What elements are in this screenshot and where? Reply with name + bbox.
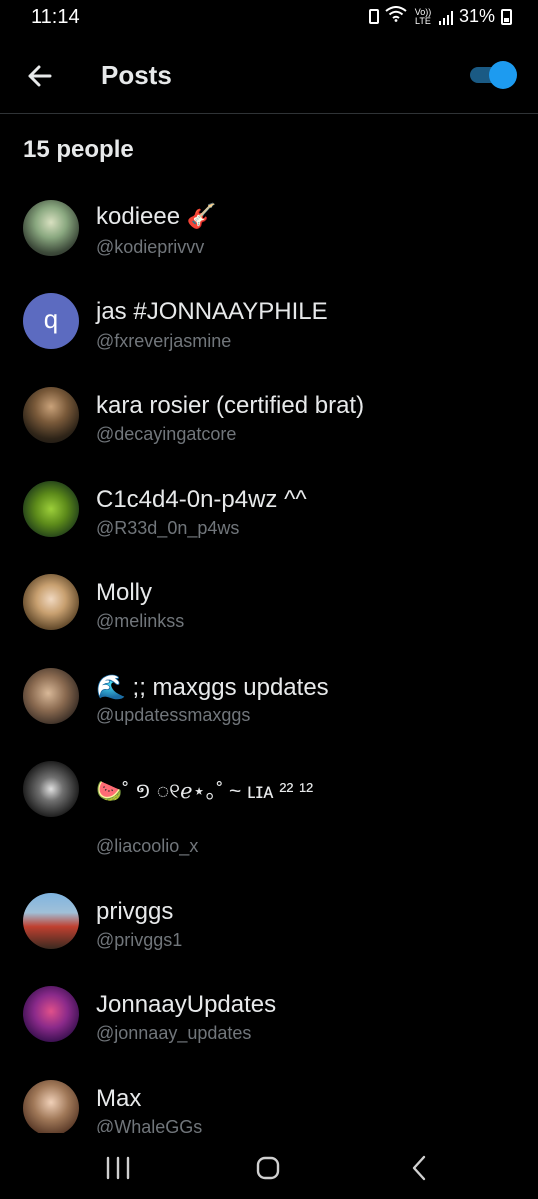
user-handle: @privggs1 (96, 930, 183, 950)
list-item[interactable]: q jas #JONNAAYPHILE @fxreverjasmine (0, 293, 538, 353)
list-item[interactable]: kodieee 🎸 @kodieprivvv (0, 200, 538, 260)
user-handle: @fxreverjasmine (96, 331, 232, 351)
user-name[interactable]: JonnaayUpdates (96, 991, 276, 1019)
user-handle: @decayingatcore (96, 424, 237, 444)
home-icon (256, 1156, 280, 1180)
user-name[interactable]: kara rosier (certified brat) (96, 392, 364, 420)
toggle-knob (489, 61, 517, 89)
list-item[interactable]: JonnaayUpdates @jonnaay_updates (0, 986, 538, 1046)
recent-apps-icon (106, 1156, 130, 1180)
user-handle: @WhaleGGs (96, 1117, 203, 1133)
back-nav-button[interactable] (400, 1153, 440, 1183)
avatar[interactable]: q (23, 293, 79, 349)
user-name[interactable]: 🌊 ;; maxggs updates (96, 673, 329, 702)
user-name[interactable]: C1c4d4-0n-p4wz ^^ (96, 486, 307, 514)
avatar[interactable] (23, 200, 79, 256)
avatar[interactable] (23, 761, 79, 817)
people-count: 15 people (23, 136, 134, 163)
user-handle: @jonnaay_updates (96, 1023, 252, 1043)
network-type-label: Vo)) LTE (414, 6, 432, 26)
page-title: Posts (101, 60, 172, 90)
home-button[interactable] (248, 1153, 288, 1183)
recent-apps-button[interactable] (98, 1153, 138, 1183)
avatar-initial: q (43, 303, 59, 334)
user-name[interactable]: 🍉˚ ១ ◌୧ℯ⋆｡˚ ~ ʟɪᴀ ²² ¹² (96, 775, 313, 809)
user-handle: @updatessmaxggs (96, 705, 251, 725)
avatar[interactable] (23, 387, 79, 443)
list-item[interactable]: 🌊 ;; maxggs updates @updatessmaxggs (0, 668, 538, 728)
avatar[interactable] (23, 481, 79, 537)
signal-icon (438, 9, 453, 25)
app-header: Posts (0, 40, 538, 114)
arrow-left-icon (28, 65, 52, 87)
battery-icon (501, 8, 512, 25)
avatar[interactable] (23, 986, 79, 1042)
battery-percent: 31% (458, 6, 495, 26)
system-nav-bar (0, 1133, 538, 1199)
wifi-icon (385, 6, 407, 27)
list-item[interactable]: privggs @privggs1 (0, 893, 538, 953)
back-chevron-icon (412, 1155, 426, 1181)
avatar[interactable] (23, 574, 79, 630)
user-name[interactable]: jas #JONNAAYPHILE (96, 298, 328, 326)
list-item[interactable]: 🍉˚ ១ ◌୧ℯ⋆｡˚ ~ ʟɪᴀ ²² ¹² @liacoolio_x (0, 761, 538, 861)
user-handle: @kodieprivvv (96, 237, 205, 257)
list-item[interactable]: Max @WhaleGGs (0, 1080, 538, 1133)
avatar[interactable] (23, 893, 79, 949)
status-icons: Vo)) LTE 31% (368, 6, 512, 27)
status-bar: 11:14 Vo)) LTE 31% (0, 0, 538, 36)
avatar[interactable] (23, 1080, 79, 1133)
user-handle: @melinkss (96, 611, 185, 631)
status-time: 11:14 (31, 6, 80, 28)
user-name[interactable]: Max (96, 1085, 141, 1113)
user-name[interactable]: Molly (96, 579, 152, 607)
user-handle: @R33d_0n_p4ws (96, 518, 240, 538)
list-item[interactable]: kara rosier (certified brat) @decayingat… (0, 387, 538, 447)
back-button[interactable] (22, 58, 58, 94)
list-item[interactable]: Molly @melinkss (0, 574, 538, 634)
list-item[interactable]: C1c4d4-0n-p4wz ^^ @R33d_0n_p4ws (0, 481, 538, 541)
toggle-switch[interactable] (470, 61, 517, 89)
user-name[interactable]: privggs (96, 898, 173, 926)
user-handle: @liacoolio_x (96, 836, 199, 856)
user-name[interactable]: kodieee 🎸 (96, 202, 217, 231)
avatar[interactable] (23, 668, 79, 724)
battery-saver-icon (368, 9, 379, 24)
